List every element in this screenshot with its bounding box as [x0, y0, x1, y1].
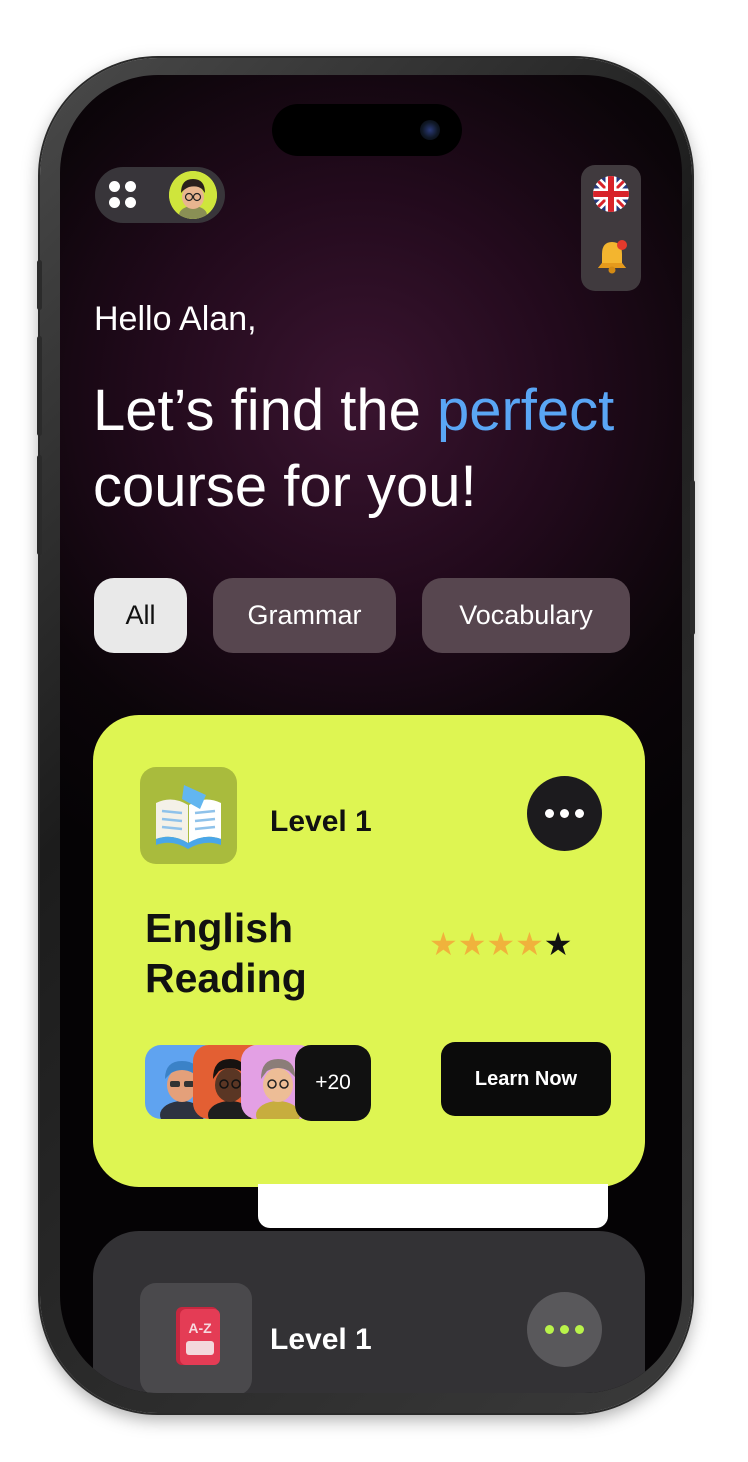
- user-avatar[interactable]: [169, 171, 217, 219]
- rating-stars: ★ ★ ★ ★ ★: [429, 928, 572, 960]
- filter-chip-grammar[interactable]: Grammar: [213, 578, 396, 653]
- volume-up-button: [37, 336, 42, 436]
- course-level-secondary: Level 1: [270, 1323, 372, 1356]
- course-title-line2: Reading: [145, 955, 307, 1001]
- headline-accent: perfect: [436, 378, 615, 443]
- az-dictionary-icon: A-Z: [140, 1283, 252, 1393]
- learn-now-button[interactable]: Learn Now: [441, 1042, 611, 1116]
- star-filled-icon: ★: [457, 926, 487, 962]
- course-title: English Reading: [145, 903, 405, 1003]
- volume-down-button: [37, 455, 42, 555]
- star-filled-icon: ★: [429, 926, 458, 962]
- az-label: A-Z: [188, 1320, 212, 1336]
- star-empty-icon: ★: [543, 926, 573, 962]
- star-filled-icon: ★: [515, 926, 544, 962]
- app-screen: Hello Alan, Let’s find the perfect course…: [60, 75, 682, 1393]
- card-stack-tab: [258, 1184, 608, 1228]
- top-right-controls: [581, 165, 641, 291]
- more-horizontal-icon: [545, 1325, 554, 1334]
- more-options-button[interactable]: [527, 776, 602, 851]
- more-learners-count: +20: [295, 1045, 371, 1121]
- more-horizontal-icon: [545, 809, 554, 818]
- page-headline: Let’s find the perfect course for you!: [93, 373, 673, 525]
- open-book-icon: [140, 767, 237, 864]
- bell-icon[interactable]: [593, 237, 631, 275]
- star-filled-icon: ★: [486, 926, 516, 962]
- course-level: Level 1: [270, 805, 372, 838]
- uk-flag-icon[interactable]: [592, 175, 630, 213]
- learner-avatars: +20: [145, 1045, 375, 1121]
- power-button: [690, 480, 695, 635]
- more-options-button-secondary[interactable]: [527, 1292, 602, 1367]
- course-card[interactable]: Level 1 English Reading ★ ★ ★ ★ ★ +20 Le…: [93, 715, 645, 1187]
- filter-chip-vocabulary[interactable]: Vocabulary: [422, 578, 630, 653]
- headline-part1: Let’s find the: [93, 378, 437, 443]
- course-title-line1: English: [145, 905, 294, 951]
- grid-dots-icon[interactable]: [109, 181, 137, 209]
- action-button: [37, 260, 42, 310]
- course-card-secondary[interactable]: A-Z Level 1: [93, 1231, 645, 1393]
- filter-chip-all[interactable]: All: [94, 578, 187, 653]
- headline-part2: course for you!: [93, 454, 477, 519]
- menu-profile-pill: [95, 167, 225, 223]
- front-camera: [420, 120, 440, 140]
- greeting-text: Hello Alan,: [94, 300, 257, 338]
